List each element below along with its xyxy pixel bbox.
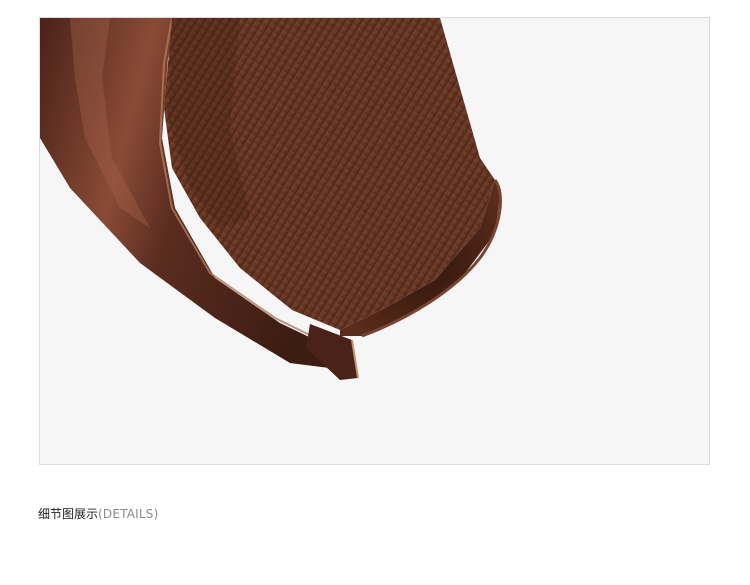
caption-title: 细节图展示 xyxy=(38,507,99,521)
detail-caption: 细节图展示(DETAILS) xyxy=(38,503,158,523)
glove-cuff-illustration xyxy=(40,18,502,380)
caption-subtitle: (DETAILS) xyxy=(98,507,159,521)
product-detail-photo xyxy=(39,17,710,465)
